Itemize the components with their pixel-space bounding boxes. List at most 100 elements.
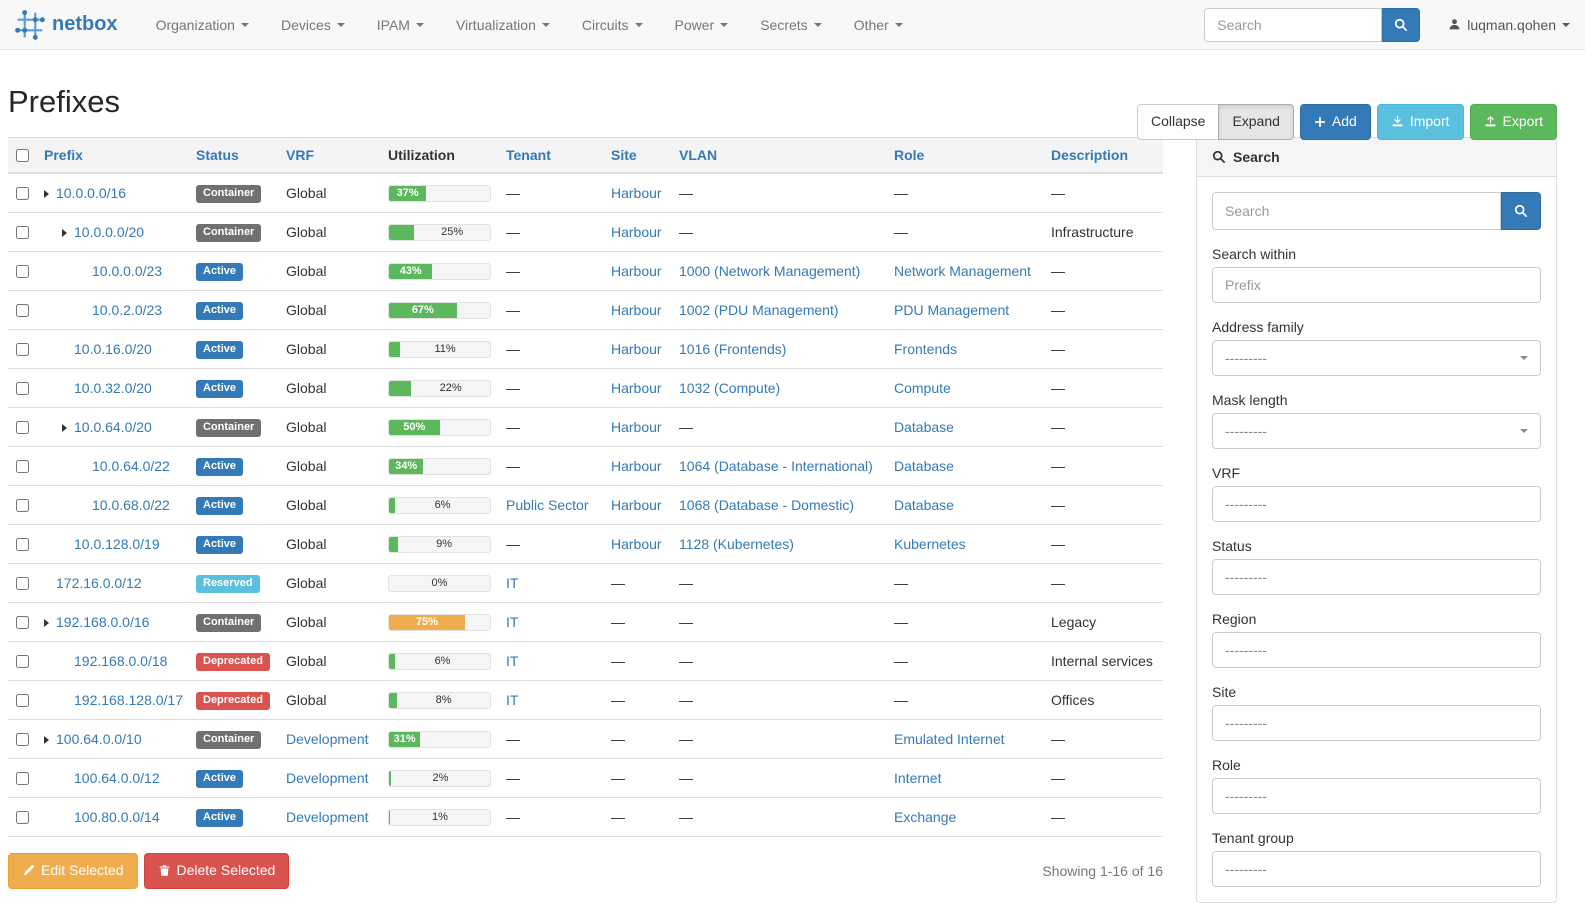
select-all-checkbox[interactable]	[16, 149, 29, 162]
row-checkbox[interactable]	[16, 304, 29, 317]
row-checkbox[interactable]	[16, 733, 29, 746]
vlan-cell[interactable]: 1068 (Database - Domestic)	[679, 497, 854, 513]
filter-select[interactable]: ---------	[1212, 486, 1541, 522]
prefix-link[interactable]: 192.168.128.0/17	[74, 692, 183, 708]
import-button[interactable]: Import	[1377, 104, 1464, 140]
row-checkbox[interactable]	[16, 499, 29, 512]
site-cell[interactable]: Harbour	[611, 419, 662, 435]
edit-selected-button[interactable]: Edit Selected	[8, 853, 138, 889]
filter-search-input[interactable]	[1212, 192, 1501, 230]
site-cell[interactable]: Harbour	[611, 536, 662, 552]
vlan-cell[interactable]: 1128 (Kubernetes)	[679, 536, 794, 552]
export-button[interactable]: Export	[1470, 104, 1557, 140]
site-cell[interactable]: Harbour	[611, 380, 662, 396]
prefix-link[interactable]: 10.0.0.0/20	[74, 224, 144, 240]
filter-search-button[interactable]	[1501, 192, 1541, 230]
prefix-link[interactable]: 10.0.2.0/23	[92, 302, 162, 318]
vrf-cell[interactable]: Development	[286, 770, 369, 786]
role-cell[interactable]: Internet	[894, 770, 941, 786]
site-cell[interactable]: Harbour	[611, 458, 662, 474]
column-header[interactable]: Role	[886, 138, 1043, 174]
column-header[interactable]: Status	[188, 138, 278, 174]
role-cell[interactable]: Database	[894, 458, 954, 474]
role-cell[interactable]: Database	[894, 419, 954, 435]
row-checkbox[interactable]	[16, 694, 29, 707]
prefix-link[interactable]: 10.0.68.0/22	[92, 497, 170, 513]
nav-menu-item[interactable]: Devices	[265, 0, 361, 50]
add-button[interactable]: Add	[1300, 104, 1371, 140]
prefix-link[interactable]: 10.0.0.0/23	[92, 263, 162, 279]
site-cell[interactable]: Harbour	[611, 302, 662, 318]
prefix-link[interactable]: 192.168.0.0/16	[56, 614, 149, 630]
row-checkbox[interactable]	[16, 772, 29, 785]
prefix-link[interactable]: 10.0.64.0/20	[74, 419, 152, 435]
user-menu[interactable]: luqman.qohen	[1448, 17, 1570, 33]
nav-menu-item[interactable]: Circuits	[566, 0, 659, 50]
site-cell[interactable]: Harbour	[611, 263, 662, 279]
delete-selected-button[interactable]: Delete Selected	[144, 853, 290, 889]
tenant-cell[interactable]: IT	[506, 614, 518, 630]
tenant-cell[interactable]: IT	[506, 575, 518, 591]
role-cell[interactable]: Emulated Internet	[894, 731, 1005, 747]
row-checkbox[interactable]	[16, 616, 29, 629]
row-checkbox[interactable]	[16, 811, 29, 824]
role-cell[interactable]: PDU Management	[894, 302, 1009, 318]
vlan-cell[interactable]: 1064 (Database - International)	[679, 458, 873, 474]
vrf-cell[interactable]: Development	[286, 809, 369, 825]
nav-menu-item[interactable]: IPAM	[361, 0, 440, 50]
column-header[interactable]: Site	[603, 138, 671, 174]
global-search-input[interactable]	[1204, 8, 1382, 42]
prefix-link[interactable]: 100.64.0.0/10	[56, 731, 142, 747]
tenant-cell[interactable]: Public Sector	[506, 497, 588, 513]
prefix-link[interactable]: 10.0.128.0/19	[74, 536, 160, 552]
tenant-cell[interactable]: IT	[506, 692, 518, 708]
prefix-link[interactable]: 10.0.32.0/20	[74, 380, 152, 396]
filter-select[interactable]: ---------	[1212, 778, 1541, 814]
role-cell[interactable]: Frontends	[894, 341, 957, 357]
site-cell[interactable]: Harbour	[611, 224, 662, 240]
vrf-cell[interactable]: Development	[286, 731, 369, 747]
site-cell[interactable]: Harbour	[611, 341, 662, 357]
row-checkbox[interactable]	[16, 343, 29, 356]
vlan-cell[interactable]: 1000 (Network Management)	[679, 263, 860, 279]
column-header[interactable]: Description	[1043, 138, 1163, 174]
filter-select[interactable]: ---------	[1212, 705, 1541, 741]
column-header[interactable]: Tenant	[498, 138, 603, 174]
row-checkbox[interactable]	[16, 421, 29, 434]
prefix-link[interactable]: 10.0.64.0/22	[92, 458, 170, 474]
site-cell[interactable]: Harbour	[611, 497, 662, 513]
role-cell[interactable]: Compute	[894, 380, 951, 396]
nav-menu-item[interactable]: Other	[838, 0, 919, 50]
nav-menu-item[interactable]: Virtualization	[440, 0, 566, 50]
vlan-cell[interactable]: 1016 (Frontends)	[679, 341, 786, 357]
row-checkbox[interactable]	[16, 655, 29, 668]
row-checkbox[interactable]	[16, 382, 29, 395]
prefix-link[interactable]: 100.64.0.0/12	[74, 770, 160, 786]
filter-select[interactable]: ---------	[1212, 413, 1541, 449]
role-cell[interactable]: Kubernetes	[894, 536, 966, 552]
collapse-button[interactable]: Collapse	[1137, 104, 1219, 140]
tenant-cell[interactable]: IT	[506, 653, 518, 669]
site-cell[interactable]: Harbour	[611, 185, 662, 201]
prefix-link[interactable]: 10.0.16.0/20	[74, 341, 152, 357]
prefix-link[interactable]: 192.168.0.0/18	[74, 653, 167, 669]
vlan-cell[interactable]: 1032 (Compute)	[679, 380, 780, 396]
row-checkbox[interactable]	[16, 538, 29, 551]
prefix-link[interactable]: 100.80.0.0/14	[74, 809, 160, 825]
role-cell[interactable]: Network Management	[894, 263, 1031, 279]
row-checkbox[interactable]	[16, 187, 29, 200]
expand-button[interactable]: Expand	[1218, 104, 1293, 140]
row-checkbox[interactable]	[16, 577, 29, 590]
row-checkbox[interactable]	[16, 226, 29, 239]
filter-select[interactable]: ---------	[1212, 340, 1541, 376]
nav-menu-item[interactable]: Organization	[140, 0, 265, 50]
filter-select[interactable]: ---------	[1212, 632, 1541, 668]
vlan-cell[interactable]: 1002 (PDU Management)	[679, 302, 839, 318]
role-cell[interactable]: Exchange	[894, 809, 956, 825]
netbox-brand[interactable]: netbox	[15, 10, 118, 40]
column-header[interactable]: VRF	[278, 138, 380, 174]
column-header[interactable]: VLAN	[671, 138, 886, 174]
row-checkbox[interactable]	[16, 265, 29, 278]
role-cell[interactable]: Database	[894, 497, 954, 513]
global-search-button[interactable]	[1382, 8, 1420, 42]
